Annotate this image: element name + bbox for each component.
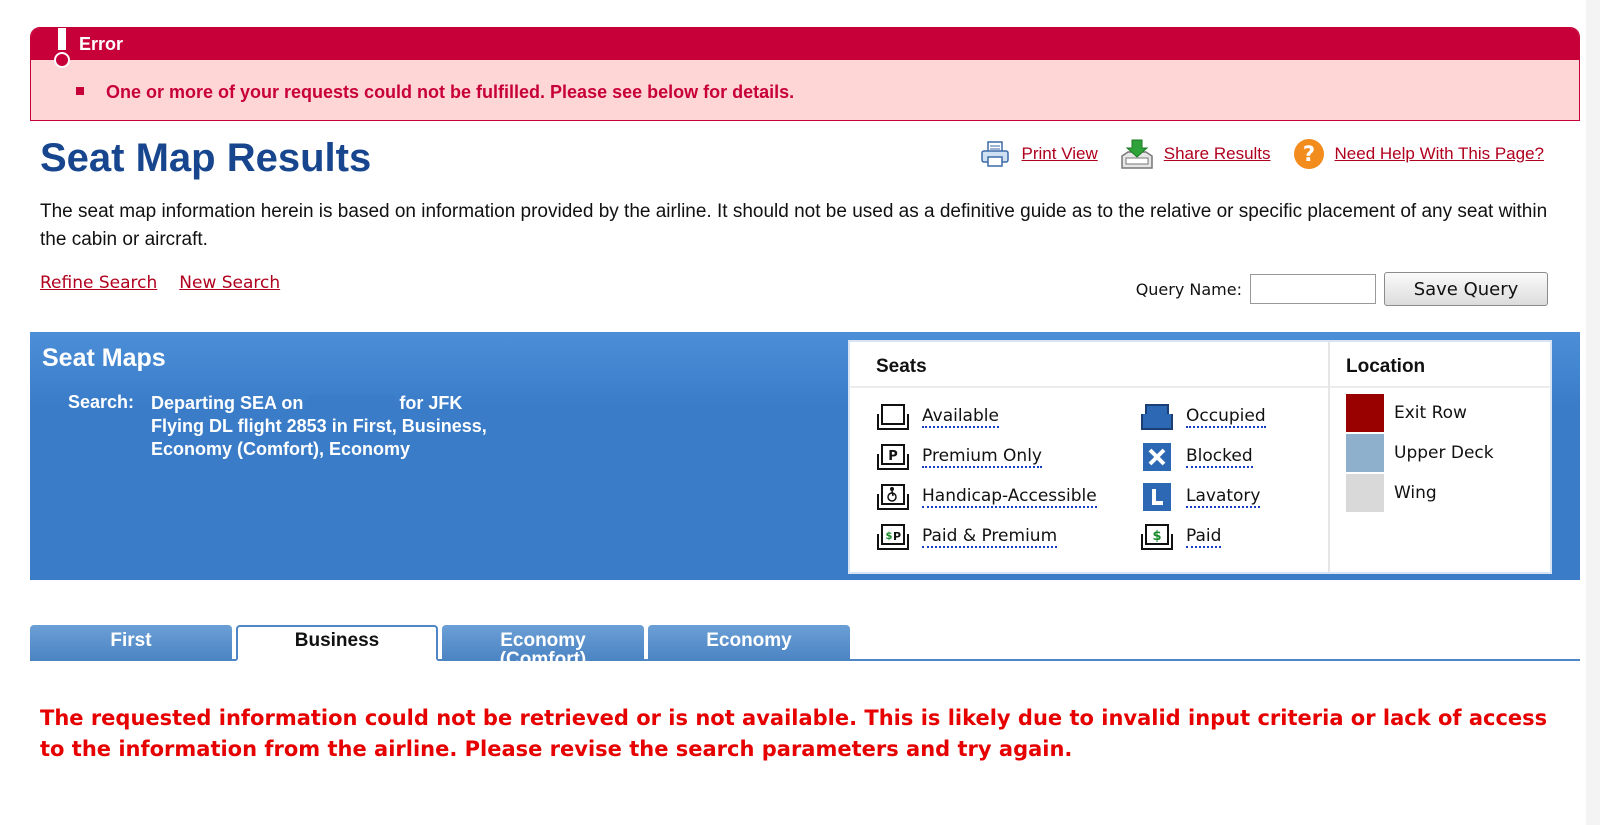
error-title: Error xyxy=(79,34,124,54)
svg-text:P: P xyxy=(893,530,901,543)
occupied-seat-icon xyxy=(1141,404,1173,430)
help-icon: ? xyxy=(1293,139,1324,169)
tab-sublabel: (Comfort) xyxy=(499,649,587,661)
location-label: Exit Row xyxy=(1394,403,1467,423)
printer-icon xyxy=(980,141,1009,167)
seats-heading: Seats xyxy=(876,356,927,377)
retrieval-error-message: The requested information could not be r… xyxy=(40,706,1548,761)
search-line-3: Economy (Comfort), Economy xyxy=(151,439,411,459)
tab-economy[interactable]: Economy xyxy=(648,625,850,661)
cabin-tabs: First Business Economy (Comfort) Economy xyxy=(30,625,1580,661)
tab-label: Economy xyxy=(706,630,792,651)
legend-available[interactable]: Available xyxy=(876,402,999,432)
location-wing: Wing xyxy=(1346,474,1437,512)
legend-divider-vertical xyxy=(1328,342,1330,572)
location-upper-deck: Upper Deck xyxy=(1346,434,1494,472)
paid-premium-seat-icon: $ P xyxy=(877,524,909,550)
help-link[interactable]: ? Need Help With This Page? xyxy=(1293,138,1544,170)
lavatory-l-icon xyxy=(1143,483,1171,511)
blocked-x-icon xyxy=(1143,443,1171,471)
error-banner: Error One or more of your requests could… xyxy=(30,27,1580,121)
share-results-label[interactable]: Share Results xyxy=(1164,144,1271,164)
legend-label: Paid xyxy=(1186,526,1222,548)
legend-divider-horizontal xyxy=(850,386,1550,388)
legend-label: Handicap-Accessible xyxy=(922,486,1097,508)
seat-legend: Seats Location Available P Premium Only xyxy=(848,340,1552,574)
paid-seat-icon: $ xyxy=(1141,524,1173,550)
search-line-1: Departing SEA on for JFK xyxy=(151,392,487,415)
legend-handicap[interactable]: Handicap-Accessible xyxy=(876,482,1097,512)
search-line-2: Flying DL flight 2853 in First, Business… xyxy=(151,416,487,436)
print-view-link[interactable]: Print View xyxy=(980,140,1098,168)
available-seat-icon xyxy=(877,404,909,430)
svg-text:$: $ xyxy=(886,531,893,542)
new-search-link[interactable]: New Search xyxy=(179,273,280,293)
svg-text:?: ? xyxy=(1302,142,1314,166)
window-edge xyxy=(1586,0,1600,825)
refine-search-link[interactable]: Refine Search xyxy=(40,273,157,293)
legend-blocked[interactable]: Blocked xyxy=(1140,442,1253,472)
legend-paid-premium[interactable]: $ P Paid & Premium xyxy=(876,522,1058,552)
error-header: Error xyxy=(31,28,1579,68)
legend-label: Lavatory xyxy=(1186,486,1261,508)
tab-label: Business xyxy=(294,630,380,651)
tab-label: First xyxy=(110,630,152,651)
tab-business[interactable]: Business xyxy=(236,625,438,661)
wing-swatch xyxy=(1346,474,1384,512)
tab-label: Economy xyxy=(500,630,586,651)
wheelchair-seat-icon xyxy=(877,484,909,510)
download-icon xyxy=(1121,139,1153,169)
premium-seat-icon: P xyxy=(877,444,909,470)
legend-premium-only[interactable]: P Premium Only xyxy=(876,442,1042,472)
query-form: Query Name: Save Query xyxy=(1136,272,1548,306)
legend-occupied[interactable]: Occupied xyxy=(1140,402,1266,432)
legend-label: Premium Only xyxy=(922,446,1042,468)
location-exit-row: Exit Row xyxy=(1346,394,1467,432)
error-message-row: One or more of your requests could not b… xyxy=(31,60,1579,103)
location-heading: Location xyxy=(1346,356,1426,377)
legend-label: Occupied xyxy=(1186,406,1266,428)
help-label[interactable]: Need Help With This Page? xyxy=(1335,144,1544,164)
print-view-label[interactable]: Print View xyxy=(1022,144,1098,164)
seat-maps-panel: Seat Maps Search: Departing SEA on for J… xyxy=(30,332,1580,580)
location-label: Upper Deck xyxy=(1394,443,1494,463)
legend-label: Paid & Premium xyxy=(922,526,1058,548)
tab-first[interactable]: First xyxy=(30,625,232,661)
search-label: Search: xyxy=(68,392,135,412)
intro-text: The seat map information herein is based… xyxy=(40,201,1548,250)
search-departing: Departing SEA on xyxy=(151,393,304,413)
save-query-button[interactable]: Save Query xyxy=(1384,272,1548,306)
svg-text:P: P xyxy=(888,449,898,464)
query-name-input[interactable] xyxy=(1250,274,1376,304)
error-message: One or more of your requests could not b… xyxy=(106,82,795,102)
redacted-date xyxy=(308,395,395,414)
search-links: Refine Search New Search xyxy=(40,273,280,293)
bullet-icon xyxy=(76,87,84,96)
panel-title: Seat Maps xyxy=(42,344,166,372)
page-title: Seat Map Results xyxy=(40,136,372,180)
legend-label: Available xyxy=(922,406,999,428)
location-label: Wing xyxy=(1394,483,1437,503)
search-destination: for JFK xyxy=(399,393,463,413)
svg-text:$: $ xyxy=(1152,529,1161,544)
legend-lavatory[interactable]: Lavatory xyxy=(1140,482,1261,512)
query-name-label: Query Name: xyxy=(1135,279,1242,299)
share-results-link[interactable]: Share Results xyxy=(1120,138,1271,170)
exit-row-swatch xyxy=(1346,394,1384,432)
upper-deck-swatch xyxy=(1346,434,1384,472)
search-summary: Departing SEA on for JFK Flying DL fligh… xyxy=(151,392,487,461)
tab-economy-comfort[interactable]: Economy (Comfort) xyxy=(442,625,644,661)
legend-paid[interactable]: $ Paid xyxy=(1140,522,1222,552)
legend-label: Blocked xyxy=(1186,446,1253,468)
page-actions: Print View Share Results ? Need Help Wit… xyxy=(980,138,1544,170)
